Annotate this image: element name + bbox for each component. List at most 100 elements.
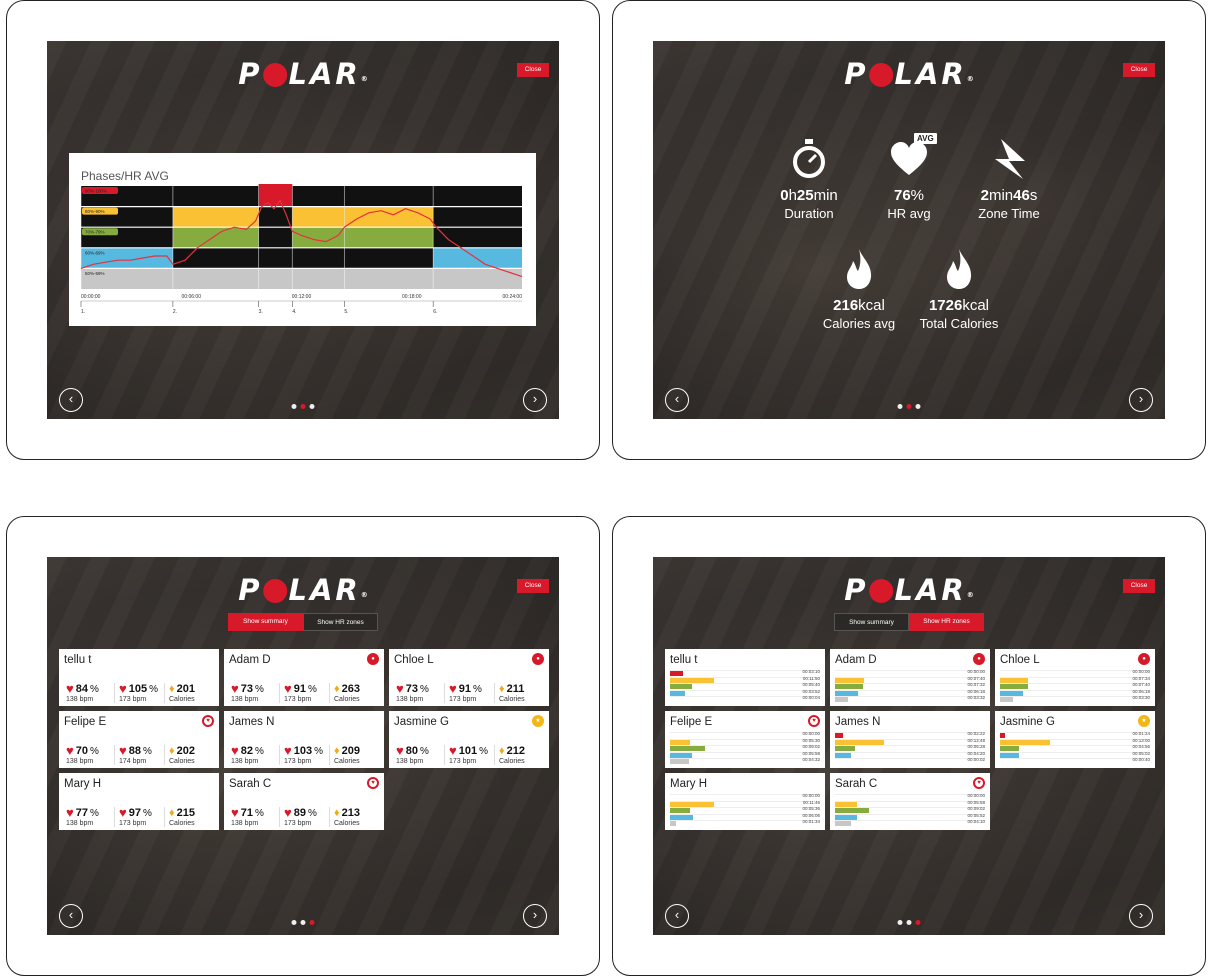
tablet-summary: P LAR® Close 0h25min Duration AVG 76% HR …	[612, 0, 1206, 460]
participant-card[interactable]: Sarah C ♥ ♥ 71% 138 bpm ♥ 89% 173 bpm ♦ 213 Calori…	[224, 773, 384, 830]
participant-card[interactable]: James N 00:02:22 00:12:48 00:05:28 00:04:20 0…	[830, 711, 990, 768]
zone-row: 00:04:32	[670, 757, 820, 764]
zone-bar	[1000, 690, 1024, 696]
participant-card[interactable]: Mary H ♥ 77% 138 bpm ♥ 97% 173 bpm ♦ 215 Calories	[59, 773, 219, 830]
participant-card[interactable]: Sarah C ♥ 00:00:00 00:05:58 00:09:02 00:05:52…	[830, 773, 990, 830]
zone-row: 00:05:40	[670, 682, 820, 689]
participant-card[interactable]: Adam D ● ♥ 73% 138 bpm ♥ 91% 173 bpm ♦ 263 Calorie…	[224, 649, 384, 706]
participant-card[interactable]: Mary H 00:00:00 00:11:46 00:05:36 00:06:06 00…	[665, 773, 825, 830]
zone-time: 00:07:34	[1132, 675, 1150, 681]
participant-card[interactable]: Jasmine G ★ 00:01:24 00:13:00 00:04:56 00:05:…	[995, 711, 1155, 768]
hr-avg-metric: ♥ 80% 138 bpm	[396, 743, 429, 765]
zone-bar	[835, 690, 859, 696]
participant-metrics: ♥ 73% 138 bpm ♥ 91% 173 bpm ♦ 263 Calories	[229, 682, 379, 703]
participant-card[interactable]: Jasmine G ★ ♥ 80% 138 bpm ♥ 101% 173 bpm ♦ 212 Cal…	[389, 711, 549, 768]
next-button[interactable]: ›	[1129, 904, 1153, 928]
zone-row: 00:11:50	[670, 676, 820, 683]
heart-icon: ♥	[66, 743, 74, 758]
zone-time: 00:11:46	[802, 799, 820, 805]
participant-card[interactable]: Chloe L ● ♥ 73% 138 bpm ♥ 91% 173 bpm ♦ 211 Calori…	[389, 649, 549, 706]
page-dot[interactable]	[906, 920, 912, 925]
zone-time: 00:04:20	[967, 750, 985, 756]
zone-bar	[835, 684, 864, 689]
show-hr-zones-button[interactable]: Show HR zones	[909, 613, 984, 631]
zone-bar	[670, 746, 705, 751]
screen-participant-summary: P LAR® Close Show summary Show HR zones t…	[47, 557, 559, 935]
prev-button[interactable]: ‹	[59, 388, 83, 412]
show-hr-zones-button[interactable]: Show HR zones	[303, 613, 378, 631]
participant-badge-icon: ♥	[808, 715, 820, 727]
prev-button[interactable]: ‹	[665, 388, 689, 412]
participant-name: Chloe L	[394, 654, 434, 666]
participant-card[interactable]: James N ♥ 82% 138 bpm ♥ 103% 173 bpm ♦ 209 Calori…	[224, 711, 384, 768]
phase-zone-fill	[258, 186, 293, 207]
zone-time: 00:00:40	[1132, 757, 1150, 762]
close-button[interactable]: Close	[517, 579, 549, 593]
hr-max-metric: ♥ 101% 173 bpm	[444, 744, 494, 765]
zone-bar	[670, 671, 683, 676]
participant-card[interactable]: Adam D ● 00:00:00 00:07:40 00:07:32 00:06:18 0…	[830, 649, 990, 706]
zone-row: 00:04:20	[835, 750, 985, 758]
next-button[interactable]: ›	[1129, 388, 1153, 412]
prev-button[interactable]: ‹	[665, 904, 689, 928]
zone-label: 80%-90%	[85, 209, 105, 214]
close-button[interactable]: Close	[1123, 63, 1155, 77]
zone-time: 00:00:00	[1132, 669, 1150, 674]
page-dot[interactable]	[300, 920, 306, 925]
show-summary-button[interactable]: Show summary	[834, 613, 909, 631]
phase-marker-label: 4.	[292, 309, 296, 315]
page-dot[interactable]	[309, 404, 315, 409]
zone-time: 00:09:02	[802, 744, 820, 749]
page-dot-active[interactable]	[915, 920, 921, 925]
close-button[interactable]: Close	[1123, 579, 1155, 593]
page-dot[interactable]	[291, 404, 297, 409]
page-dots	[291, 404, 315, 409]
phase-zone-fill	[172, 227, 259, 248]
zone-bar	[670, 752, 692, 758]
page-dot[interactable]	[291, 920, 297, 925]
phase-zone-fill	[172, 206, 259, 228]
participant-badge-icon: ●	[367, 653, 379, 665]
next-button[interactable]: ›	[523, 388, 547, 412]
zone-bars: 00:00:00 00:11:46 00:05:36 00:06:06 00:01:34	[670, 793, 820, 827]
page-dot[interactable]	[897, 920, 903, 925]
participant-card[interactable]: Felipe E ♥ ♥ 70% 138 bpm ♥ 88% 174 bpm ♦ 202 Calor…	[59, 711, 219, 768]
prev-button[interactable]: ‹	[59, 904, 83, 928]
zone-row: 00:00:00	[670, 793, 820, 799]
participant-card[interactable]: Chloe L ● 00:00:00 00:07:34 00:07:40 00:06:18…	[995, 649, 1155, 706]
zone-row: 00:00:00	[1000, 669, 1150, 675]
flame-icon: ♦	[169, 807, 175, 819]
next-button[interactable]: ›	[523, 904, 547, 928]
show-summary-button[interactable]: Show summary	[228, 613, 303, 631]
page-dot-active[interactable]	[309, 920, 315, 925]
participant-card[interactable]: Felipe E ♥ 00:00:00 00:05:30 00:09:02 00:05:5…	[665, 711, 825, 768]
calories-metric: ♦ 202 Calories	[164, 745, 214, 765]
zone-bar	[835, 752, 852, 758]
page-dot[interactable]	[915, 404, 921, 409]
zone-time: 00:09:02	[967, 806, 985, 811]
zone-bars: 00:01:24 00:13:00 00:04:56 00:05:02 00:00:40	[1000, 731, 1150, 765]
zone-row: 00:07:32	[835, 682, 985, 689]
participant-card[interactable]: tellu t ♥ 84% 138 bpm ♥ 105% 173 bpm ♦ 201 Calori…	[59, 649, 219, 706]
participant-metrics: ♥ 71% 138 bpm ♥ 89% 173 bpm ♦ 213 Calories	[229, 806, 379, 827]
close-button[interactable]: Close	[517, 63, 549, 77]
screen-phases: P LAR® Close Phases/HR AVG 90%-100% 80%-90…	[47, 41, 559, 419]
zone-row: 00:12:48	[835, 738, 985, 745]
participant-card[interactable]: tellu t 00:03:10 00:11:50 00:05:40 00:03:52 0…	[665, 649, 825, 706]
flame-icon: ♦	[499, 745, 505, 757]
calories-metric: ♦ 213 Calories	[329, 807, 379, 827]
hr-max-metric: ♥ 97% 173 bpm	[114, 806, 164, 827]
phase-zone-fill	[292, 206, 345, 228]
page-dot-active[interactable]	[906, 404, 912, 409]
participant-name: Sarah C	[835, 778, 878, 790]
heart-icon: ♥	[119, 743, 127, 758]
heart-icon: ♥	[396, 681, 404, 696]
participant-name: Felipe E	[64, 716, 107, 728]
page-dot-active[interactable]	[300, 404, 306, 409]
zone-row: 00:00:40	[1000, 757, 1150, 763]
zone-time: 00:13:00	[1132, 737, 1150, 743]
hr-max-metric: ♥ 103% 173 bpm	[279, 744, 329, 765]
page-dot[interactable]	[897, 404, 903, 409]
zone-time: 00:05:58	[967, 799, 985, 805]
zone-band-grey	[81, 268, 522, 289]
